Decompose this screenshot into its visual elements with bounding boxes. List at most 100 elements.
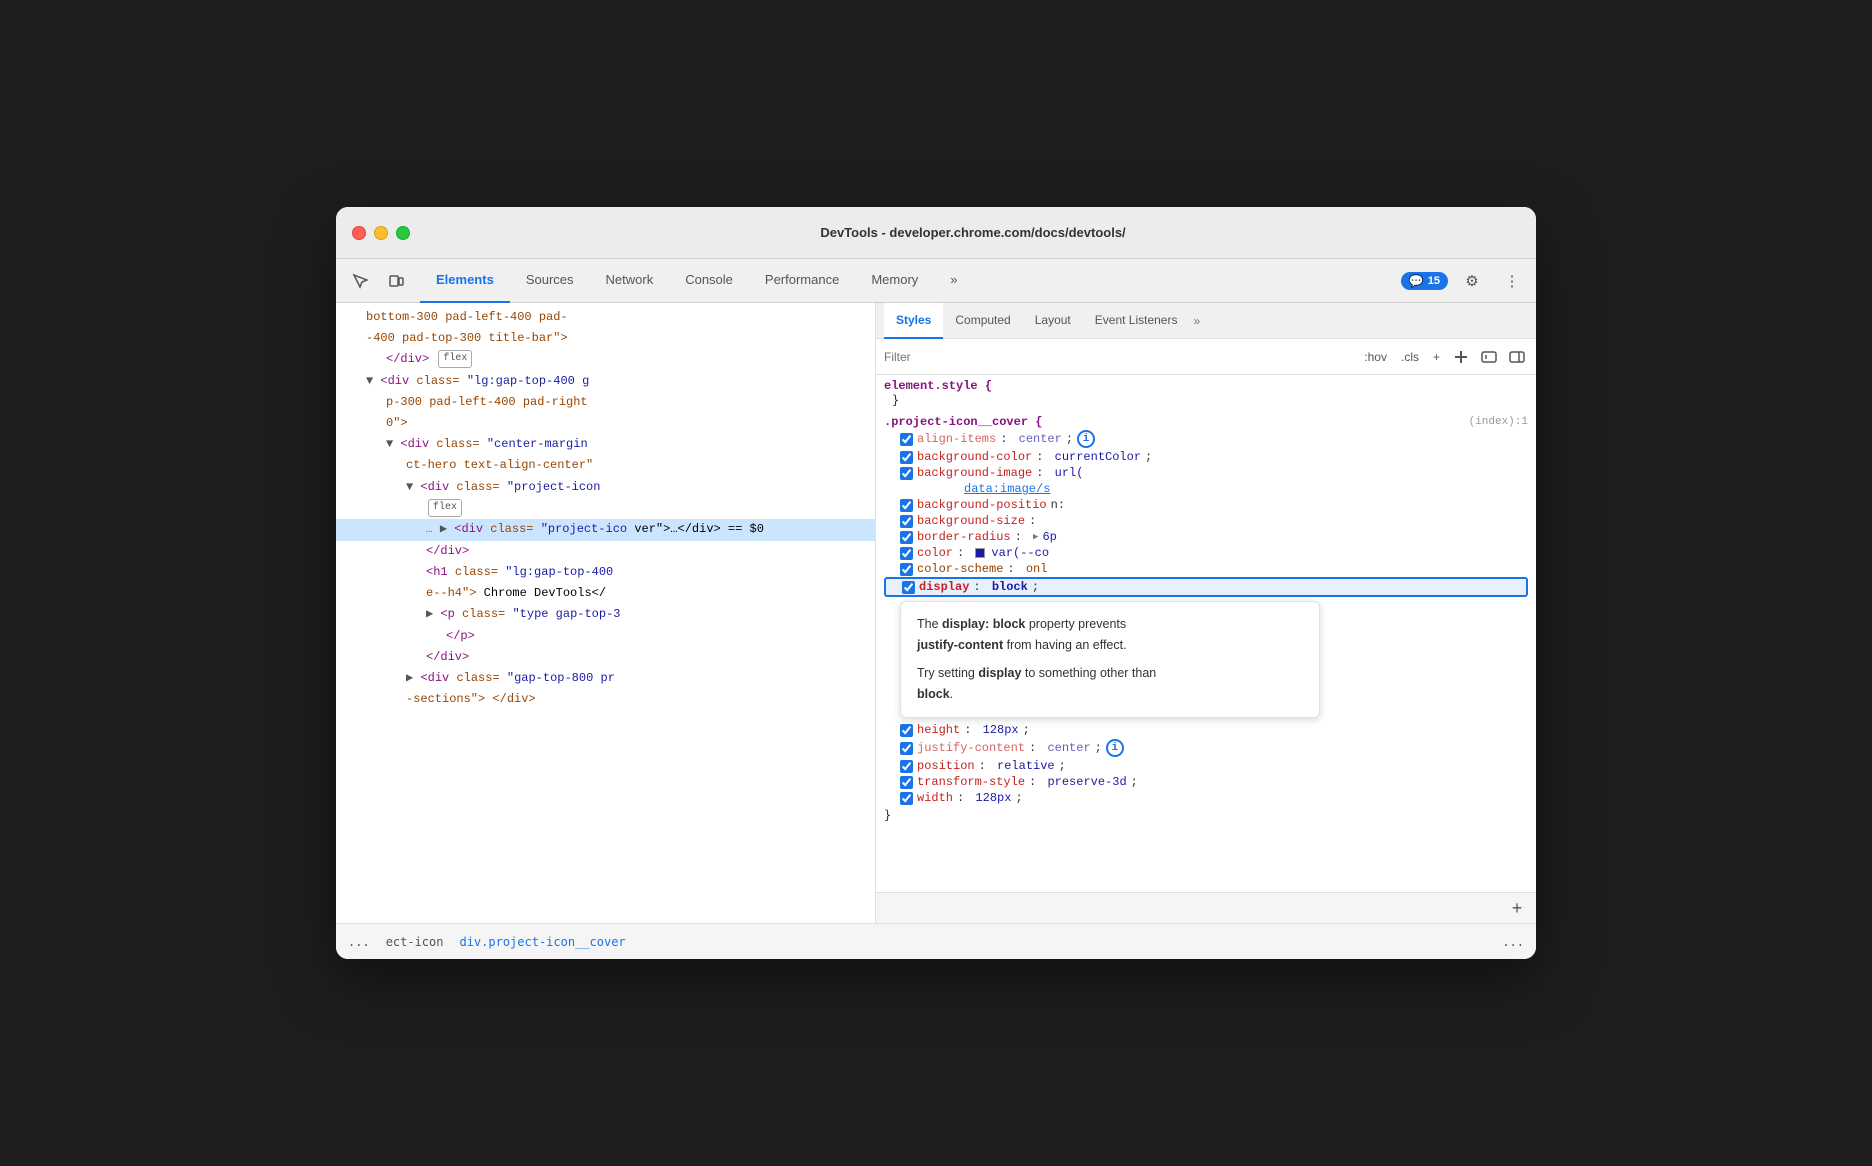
css-prop-position: position : relative ;: [884, 758, 1528, 774]
css-prop-background-color: background-color : currentColor ;: [884, 449, 1528, 465]
css-checkbox-background-color[interactable]: [900, 451, 913, 464]
toolbar-icons: [344, 265, 412, 297]
breadcrumb-ect-icon[interactable]: ect-icon: [386, 935, 444, 949]
subtab-computed[interactable]: Computed: [943, 303, 1022, 339]
css-rule-selector-line: .project-icon__cover { (index):1: [884, 415, 1528, 429]
css-prop-border-radius: border-radius : ▶ 6p: [884, 529, 1528, 545]
breadcrumb-dots-left: ...: [348, 935, 370, 949]
tab-sources[interactable]: Sources: [510, 259, 590, 303]
css-checkbox-background-image[interactable]: [900, 467, 913, 480]
dom-line: p-300 pad-left-400 pad-right: [336, 392, 875, 413]
filter-bar: :hov .cls +: [876, 339, 1536, 375]
inspect-icon[interactable]: [344, 265, 376, 297]
toggle-element-state-icon[interactable]: [1478, 346, 1500, 368]
css-rules[interactable]: element.style { } .project-icon__cover {…: [876, 375, 1536, 892]
css-tooltip-display: The display: block property prevents jus…: [900, 601, 1320, 718]
tab-performance[interactable]: Performance: [749, 259, 855, 303]
close-button[interactable]: [352, 226, 366, 240]
main-tabs: Elements Sources Network Console Perform…: [420, 259, 974, 303]
css-prop-align-items: align-items : center ; i: [884, 429, 1528, 449]
info-icon-align-items[interactable]: i: [1077, 430, 1095, 448]
plus-button[interactable]: +: [1429, 348, 1444, 366]
styles-footer: +: [876, 892, 1536, 923]
toolbar-right: 💬 15 ⚙ ⋮: [1401, 265, 1528, 297]
subtab-event-listeners[interactable]: Event Listeners: [1083, 303, 1190, 339]
css-checkbox-align-items[interactable]: [900, 433, 913, 446]
css-rule-project-icon: .project-icon__cover { (index):1 align-i…: [884, 415, 1528, 824]
info-icon-justify-content[interactable]: i: [1106, 739, 1124, 757]
dom-line: e--h4"> Chrome DevTools</: [336, 583, 875, 604]
css-rule-close: }: [884, 806, 1528, 824]
dom-line: bottom-300 pad-left-400 pad-: [336, 307, 875, 328]
breadcrumb-dots-right: ...: [1502, 935, 1524, 949]
dom-tree[interactable]: bottom-300 pad-left-400 pad- -400 pad-to…: [336, 303, 875, 923]
element-style-rule: element.style { }: [884, 379, 1528, 407]
dom-line: </div> flex: [336, 349, 875, 370]
dom-line: 0">: [336, 413, 875, 434]
dom-line: ct-hero text-align-center": [336, 455, 875, 476]
dom-line: </div>: [336, 541, 875, 562]
dom-line: ▶ <div class= "gap-top-800 pr: [336, 668, 875, 689]
notification-badge[interactable]: 💬 15: [1401, 272, 1448, 290]
element-style-selector: element.style {: [884, 379, 1528, 393]
dom-panel: bottom-300 pad-left-400 pad- -400 pad-to…: [336, 303, 876, 923]
tab-console[interactable]: Console: [669, 259, 749, 303]
add-rule-button[interactable]: +: [1506, 897, 1528, 919]
more-options-button[interactable]: ⋮: [1496, 265, 1528, 297]
css-checkbox-border-radius[interactable]: [900, 531, 913, 544]
filter-input[interactable]: [884, 350, 1352, 364]
titlebar: DevTools - developer.chrome.com/docs/dev…: [336, 207, 1536, 259]
css-checkbox-background-size[interactable]: [900, 515, 913, 528]
tab-memory[interactable]: Memory: [855, 259, 934, 303]
css-checkbox-transform-style[interactable]: [900, 776, 913, 789]
css-prop-color-scheme: color-scheme : onl: [884, 561, 1528, 577]
devtools-window: DevTools - developer.chrome.com/docs/dev…: [336, 207, 1536, 959]
element-style-close: }: [884, 393, 1528, 407]
main-toolbar: Elements Sources Network Console Perform…: [336, 259, 1536, 303]
dom-line: ▼ <div class= "center-margin: [336, 434, 875, 455]
css-prop-height: height : 128px ;: [884, 722, 1528, 738]
color-swatch[interactable]: [975, 548, 985, 558]
css-checkbox-height[interactable]: [900, 724, 913, 737]
css-prop-transform-style: transform-style : preserve-3d ;: [884, 774, 1528, 790]
css-prop-display: display : block ;: [884, 577, 1528, 597]
breadcrumb-project-icon-cover[interactable]: div.project-icon__cover: [459, 935, 625, 949]
tab-network[interactable]: Network: [590, 259, 670, 303]
subtab-styles[interactable]: Styles: [884, 303, 943, 339]
device-toggle-icon[interactable]: [380, 265, 412, 297]
css-checkbox-color-scheme[interactable]: [900, 563, 913, 576]
subtab-layout[interactable]: Layout: [1023, 303, 1083, 339]
dom-line: ▼ <div class= "lg:gap-top-400 g: [336, 371, 875, 392]
traffic-lights: [352, 226, 410, 240]
dom-line-selected[interactable]: … ▶ <div class= "project-ico ver">…</div…: [336, 519, 875, 541]
css-prop-color: color : var(--co: [884, 545, 1528, 561]
css-checkbox-display[interactable]: [902, 581, 915, 594]
dom-line: flex: [336, 498, 875, 519]
css-prop-background-position: background-positio n:: [884, 497, 1528, 513]
filter-buttons: :hov .cls +: [1360, 346, 1528, 368]
tab-more[interactable]: »: [934, 259, 973, 303]
subtabs-more[interactable]: »: [1193, 314, 1200, 328]
css-checkbox-width[interactable]: [900, 792, 913, 805]
dom-line: -400 pad-top-300 title-bar">: [336, 328, 875, 349]
new-style-rule-icon[interactable]: [1450, 346, 1472, 368]
subtabs: Styles Computed Layout Event Listeners »: [876, 303, 1536, 339]
dom-line: </div>: [336, 647, 875, 668]
css-checkbox-position[interactable]: [900, 760, 913, 773]
minimize-button[interactable]: [374, 226, 388, 240]
css-checkbox-justify-content[interactable]: [900, 742, 913, 755]
dom-line: ▶ <p class= "type gap-top-3: [336, 604, 875, 625]
toggle-sidebar-icon[interactable]: [1506, 346, 1528, 368]
styles-panel: Styles Computed Layout Event Listeners »: [876, 303, 1536, 923]
dom-line: ▼ <div class= "project-icon: [336, 477, 875, 498]
css-prop-justify-content: justify-content : center ; i: [884, 738, 1528, 758]
cls-button[interactable]: .cls: [1397, 348, 1423, 366]
css-checkbox-color[interactable]: [900, 547, 913, 560]
settings-button[interactable]: ⚙: [1456, 265, 1488, 297]
css-checkbox-background-position[interactable]: [900, 499, 913, 512]
content-area: bottom-300 pad-left-400 pad- -400 pad-to…: [336, 303, 1536, 923]
tab-elements[interactable]: Elements: [420, 259, 510, 303]
hov-button[interactable]: :hov: [1360, 348, 1391, 366]
dom-line: -sections"> </div>: [336, 689, 875, 710]
maximize-button[interactable]: [396, 226, 410, 240]
